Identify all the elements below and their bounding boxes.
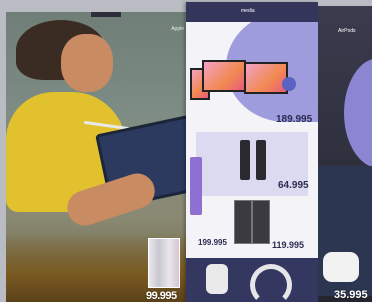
middle-page: media 189.995 64.995 199.995 119.995	[186, 2, 318, 302]
airpods-case-product	[323, 252, 359, 282]
price-badge	[282, 77, 296, 91]
middle-header-bar: media	[186, 2, 318, 22]
price-left-page: 99.995	[146, 290, 177, 302]
price-ipad: 119.995	[272, 240, 305, 250]
phone-product	[240, 140, 250, 180]
laptop-product	[202, 60, 246, 92]
price-macbook: 189.995	[276, 114, 313, 125]
ipad-colors-product	[148, 238, 180, 288]
page-header-bar	[91, 12, 121, 17]
catalog-photo: Apple 99.995 media 189.995 64.995 199.99…	[0, 0, 372, 302]
phone-product	[190, 157, 202, 215]
brand-label-right: AirPods	[338, 28, 356, 34]
price-right-page: 35.995	[334, 289, 368, 301]
ipad-product	[252, 200, 270, 244]
left-page: Apple 99.995	[6, 12, 192, 302]
brand-label-left: Apple	[171, 26, 184, 32]
laptop-product	[244, 62, 288, 94]
phone-product	[256, 140, 266, 180]
airpods-product	[206, 264, 228, 294]
price-ipad-left: 199.995	[198, 238, 227, 247]
middle-logo: media	[241, 8, 255, 14]
ipad-product	[234, 200, 252, 244]
lavender-circle	[344, 58, 372, 168]
headphones-product	[250, 264, 292, 302]
price-iphone: 64.995	[278, 180, 309, 191]
right-page: AirPods 35.995	[318, 6, 372, 302]
person-face	[61, 34, 113, 92]
